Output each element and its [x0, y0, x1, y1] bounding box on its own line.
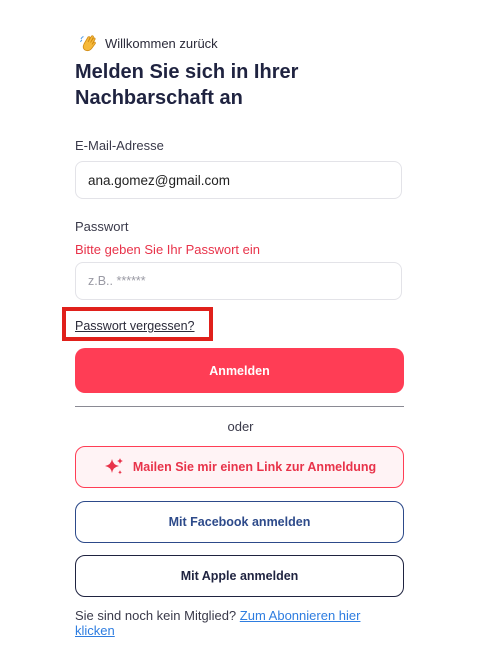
- email-field[interactable]: ana.gomez@gmail.com: [75, 161, 402, 199]
- facebook-login-label: Mit Facebook anmelden: [168, 515, 311, 529]
- facebook-login-button[interactable]: Mit Facebook anmelden: [75, 501, 404, 543]
- waving-hand-icon: [80, 35, 96, 52]
- email-value: ana.gomez@gmail.com: [88, 172, 231, 188]
- or-text: oder: [227, 419, 254, 434]
- password-placeholder: z.B.. ******: [88, 274, 146, 288]
- email-label: E-Mail-Adresse: [75, 138, 164, 153]
- password-error: Bitte geben Sie Ihr Passwort ein: [75, 242, 260, 257]
- apple-login-button[interactable]: Mit Apple anmelden: [75, 555, 404, 597]
- forgot-password-link[interactable]: Passwort vergessen?: [75, 319, 195, 333]
- sparkles-icon: [104, 458, 123, 475]
- divider: [75, 406, 404, 407]
- signup-prompt: Sie sind noch kein Mitglied? Zum Abonnie…: [75, 608, 375, 638]
- password-label: Passwort: [75, 219, 129, 234]
- apple-login-label: Mit Apple anmelden: [180, 569, 299, 583]
- welcome-text: Willkommen zurück: [105, 35, 218, 51]
- signup-text: Sie sind noch kein Mitglied?: [75, 608, 237, 623]
- login-button[interactable]: Anmelden: [75, 348, 404, 393]
- welcome-row: Willkommen zurück: [79, 33, 218, 53]
- magic-link-label: Mailen Sie mir einen Link zur Anmeldung: [132, 460, 377, 474]
- password-field[interactable]: z.B.. ******: [75, 262, 402, 300]
- magic-link-button[interactable]: Mailen Sie mir einen Link zur Anmeldung: [75, 446, 404, 488]
- page-title: Melden Sie sich in Ihrer Nachbarschaft a…: [75, 61, 299, 109]
